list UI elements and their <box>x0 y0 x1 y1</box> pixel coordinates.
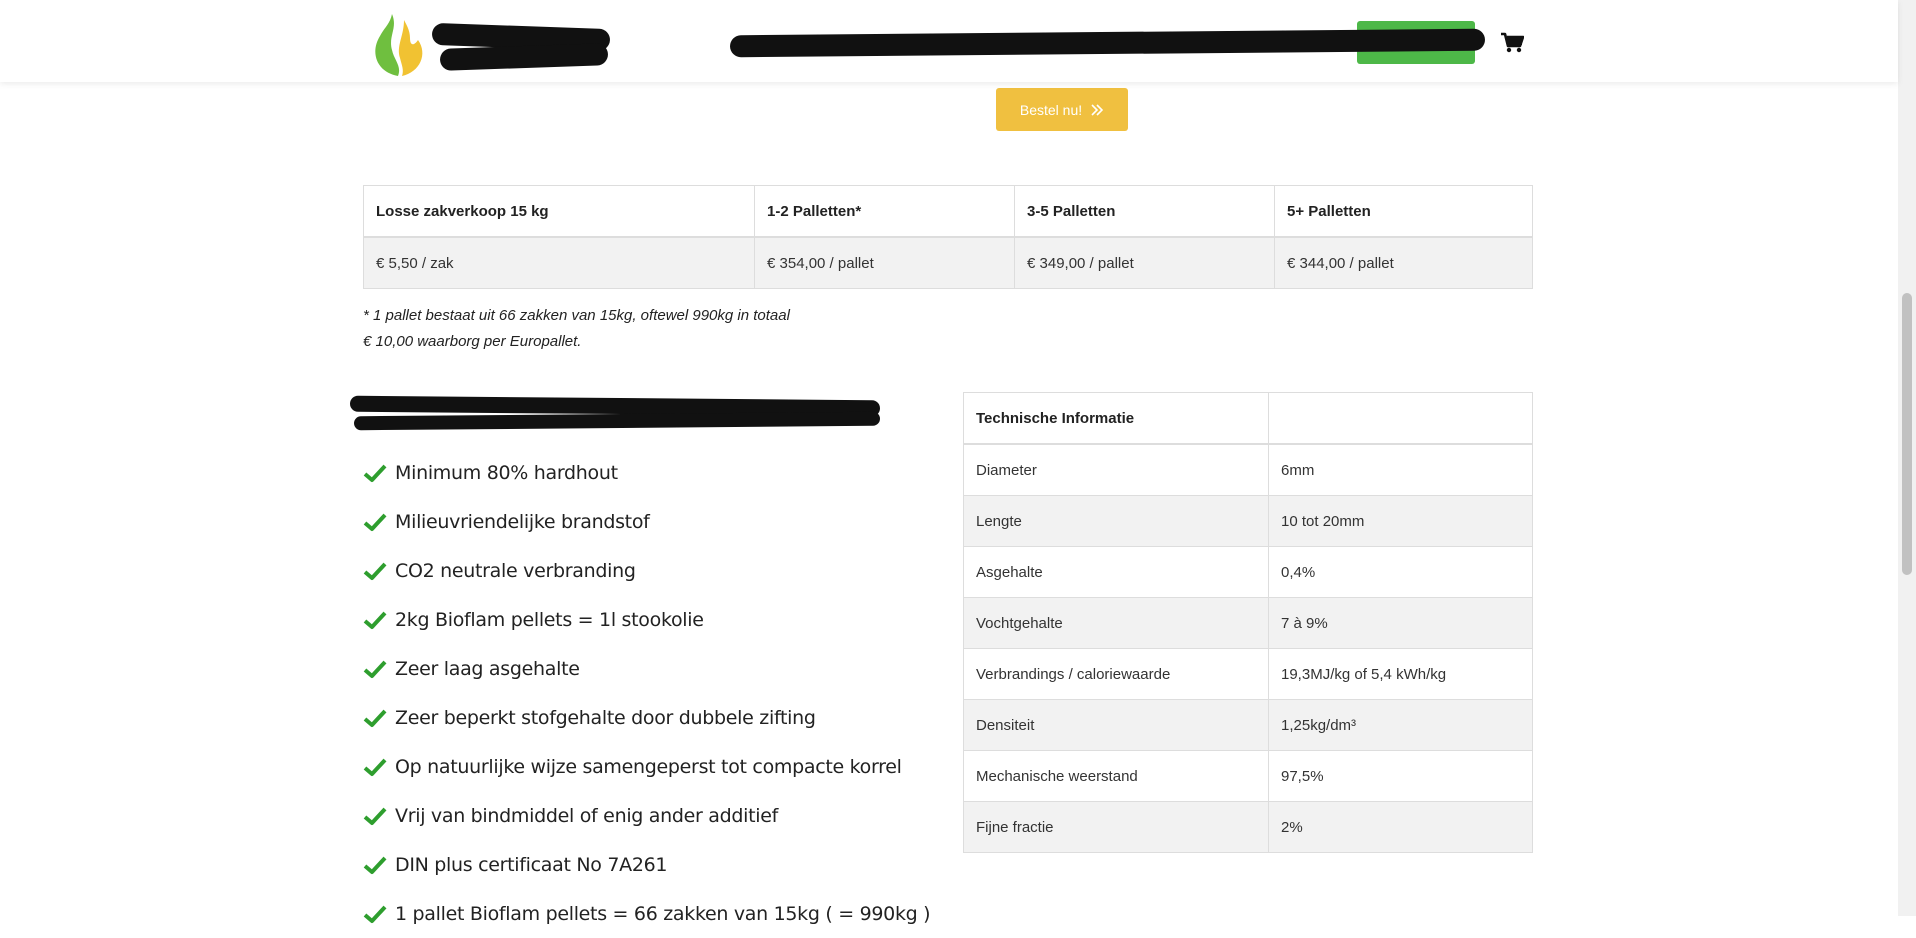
site-header <box>0 0 1898 82</box>
advantage-text: Milieuvriendelijke brandstof <box>395 510 650 533</box>
advantage-text: Op natuurlijke wijze samengeperst tot co… <box>395 755 902 778</box>
price-header-1-2: 1-2 Palletten* <box>754 185 1015 238</box>
tech-label: Diameter <box>963 443 1269 496</box>
pallet-note: * 1 pallet bestaat uit 66 zakken van 15k… <box>363 307 790 324</box>
tech-table-header: Technische Informatie <box>963 392 1269 445</box>
check-icon <box>363 513 387 531</box>
price-value-1-2: € 354,00 / pallet <box>754 236 1015 289</box>
check-icon <box>363 562 387 580</box>
double-chevron-right-icon <box>1091 103 1104 116</box>
list-item: Vrij van bindmiddel of enig ander additi… <box>363 791 930 840</box>
advantage-text: Zeer laag asgehalte <box>395 657 580 680</box>
check-icon <box>363 758 387 776</box>
price-value-3-5: € 349,00 / pallet <box>1014 236 1275 289</box>
tech-label: Mechanische weerstand <box>963 750 1269 802</box>
check-icon <box>363 611 387 629</box>
list-item: Zeer beperkt stofgehalte door dubbele zi… <box>363 693 930 742</box>
table-row: Fijne fractie 2% <box>963 801 1533 853</box>
price-table: Losse zakverkoop 15 kg 1-2 Palletten* 3-… <box>363 185 1533 289</box>
tech-label: Fijne fractie <box>963 801 1269 853</box>
tech-value: 6mm <box>1268 443 1533 496</box>
tech-table-header-empty <box>1268 392 1533 445</box>
table-row: Densiteit 1,25kg/dm³ <box>963 699 1533 751</box>
list-item: 2kg Bioflam pellets = 1l stookolie <box>363 595 930 644</box>
advantage-text: CO2 neutrale verbranding <box>395 559 636 582</box>
order-now-label: Bestel nu! <box>1019 101 1083 118</box>
tech-value: 0,4% <box>1268 546 1533 598</box>
deposit-note: € 10,00 waarborg per Europallet. <box>363 333 582 350</box>
list-item: DIN plus certificaat No 7A261 <box>363 840 930 889</box>
table-row: Asgehalte 0,4% <box>963 546 1533 598</box>
advantages-heading <box>350 392 883 434</box>
price-header-loose: Losse zakverkoop 15 kg <box>363 185 755 238</box>
list-item: Milieuvriendelijke brandstof <box>363 497 930 546</box>
cart-icon[interactable] <box>1500 32 1524 54</box>
advantage-text: Vrij van bindmiddel of enig ander additi… <box>395 804 779 827</box>
check-icon <box>363 464 387 482</box>
price-value-loose: € 5,50 / zak <box>363 236 755 289</box>
table-row: Mechanische weerstand 97,5% <box>963 750 1533 802</box>
check-icon <box>363 856 387 874</box>
list-item: Minimum 80% hardhout <box>363 448 930 497</box>
tech-value: 10 tot 20mm <box>1268 495 1533 547</box>
tech-label: Vochtgehalte <box>963 597 1269 649</box>
advantage-text: 1 pallet Bioflam pellets = 66 zakken van… <box>395 902 931 925</box>
price-header-3-5: 3-5 Palletten <box>1014 185 1275 238</box>
vertical-scrollbar[interactable] <box>1898 0 1916 916</box>
scrollbar-thumb[interactable] <box>1902 293 1912 575</box>
tech-value: 1,25kg/dm³ <box>1268 699 1533 751</box>
advantage-text: Zeer beperkt stofgehalte door dubbele zi… <box>395 706 816 729</box>
list-item: Zeer laag asgehalte <box>363 644 930 693</box>
order-now-button[interactable]: Bestel nu! <box>996 88 1128 131</box>
tech-label: Asgehalte <box>963 546 1269 598</box>
redacted-advantages-heading-2 <box>353 411 881 431</box>
table-row: Verbrandings / caloriewaarde 19,3MJ/kg of… <box>963 648 1533 700</box>
price-value-5plus: € 344,00 / pallet <box>1274 236 1533 289</box>
check-icon <box>363 905 387 923</box>
tech-label: Densiteit <box>963 699 1269 751</box>
table-row: Diameter 6mm <box>963 443 1533 496</box>
table-row: Vochtgehalte 7 à 9% <box>963 597 1533 649</box>
tech-info-table: Technische Informatie Diameter 6mm Lengte… <box>963 392 1533 853</box>
redacted-brand-name-2 <box>439 43 609 71</box>
tech-value: 7 à 9% <box>1268 597 1533 649</box>
advantage-text: 2kg Bioflam pellets = 1l stookolie <box>395 608 704 631</box>
tech-value: 97,5% <box>1268 750 1533 802</box>
tech-label: Verbrandings / caloriewaarde <box>963 648 1269 700</box>
advantage-text: DIN plus certificaat No 7A261 <box>395 853 668 876</box>
table-row: Lengte 10 tot 20mm <box>963 495 1533 547</box>
tech-value: 19,3MJ/kg of 5,4 kWh/kg <box>1268 648 1533 700</box>
check-icon <box>363 807 387 825</box>
advantage-text: Minimum 80% hardhout <box>395 461 618 484</box>
list-item: 1 pallet Bioflam pellets = 66 zakken van… <box>363 889 931 938</box>
check-icon <box>363 709 387 727</box>
tech-label: Lengte <box>963 495 1269 547</box>
tech-value: 2% <box>1268 801 1533 853</box>
list-item: CO2 neutrale verbranding <box>363 546 930 595</box>
check-icon <box>363 660 387 678</box>
price-header-5plus: 5+ Palletten <box>1274 185 1533 238</box>
flame-logo-icon[interactable] <box>368 6 436 80</box>
list-item: Op natuurlijke wijze samengeperst tot co… <box>363 742 930 791</box>
advantages-list: Minimum 80% hardhout Milieuvriendelijke … <box>363 448 931 938</box>
